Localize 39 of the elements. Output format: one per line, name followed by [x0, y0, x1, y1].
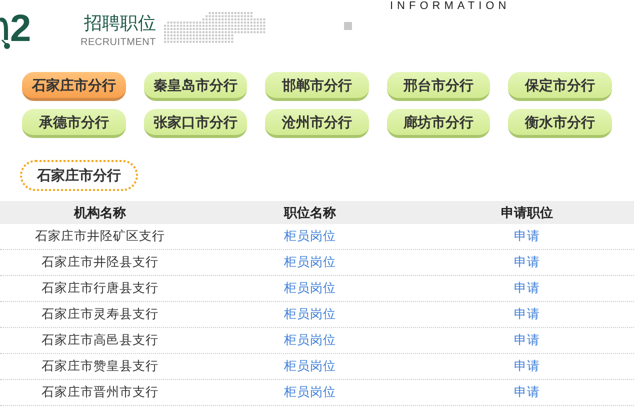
position-link[interactable]: 柜员岗位: [200, 253, 420, 272]
branch-tab[interactable]: 石家庄市分行: [22, 72, 126, 101]
branch-tab[interactable]: 秦皇岛市分行: [144, 72, 248, 101]
branch-tab[interactable]: 承德市分行: [22, 109, 126, 138]
apply-link[interactable]: 申请: [420, 331, 634, 350]
org-name: 石家庄市井陉矿区支行: [34, 228, 166, 246]
apply-link[interactable]: 申请: [420, 253, 634, 272]
position-link[interactable]: 柜员岗位: [200, 279, 420, 298]
branch-tab[interactable]: 保定市分行: [508, 72, 612, 101]
branch-tab[interactable]: 邢台市分行: [386, 72, 490, 101]
column-header: 职位名称: [282, 204, 337, 222]
position-link[interactable]: 柜员岗位: [200, 305, 420, 324]
apply-link[interactable]: 申请: [420, 357, 634, 376]
branch-tab[interactable]: 张家口市分行: [144, 109, 248, 138]
position-link[interactable]: 柜员岗位: [200, 383, 420, 402]
current-branch-label: 石家庄市分行: [20, 160, 138, 191]
position-link[interactable]: 柜员岗位: [200, 357, 420, 376]
branch-tab[interactable]: 衡水市分行: [508, 109, 612, 138]
apply-link[interactable]: 申请: [420, 279, 634, 298]
org-name: 石家庄市高邑县支行: [40, 332, 160, 350]
english-heading: INFORMATION: [390, 0, 510, 12]
column-header: 申请职位: [500, 204, 554, 222]
section-number: 2: [10, 10, 32, 48]
section-title: 招聘职位: [84, 12, 156, 34]
org-name: 石家庄市行唐县支行: [40, 280, 160, 298]
org-name: 石家庄市灵寿县支行: [40, 306, 160, 324]
branch-tab[interactable]: 邯郸市分行: [265, 72, 369, 101]
position-link[interactable]: 柜员岗位: [200, 227, 420, 246]
apply-link[interactable]: 申请: [420, 383, 634, 402]
section-subtitle: RECRUITMENT: [80, 36, 156, 50]
branch-tab[interactable]: 沧州市分行: [265, 109, 369, 138]
position-link[interactable]: 柜员岗位: [200, 331, 420, 350]
org-name: 石家庄市井陉县支行: [40, 254, 160, 272]
org-name: 石家庄市赞皇县支行: [40, 358, 160, 376]
org-name: 石家庄市晋州市支行: [40, 384, 160, 402]
column-header: 机构名称: [72, 204, 127, 222]
branch-tab[interactable]: 廊坊市分行: [386, 109, 490, 138]
apply-link[interactable]: 申请: [420, 227, 634, 246]
apply-link[interactable]: 申请: [420, 305, 634, 324]
